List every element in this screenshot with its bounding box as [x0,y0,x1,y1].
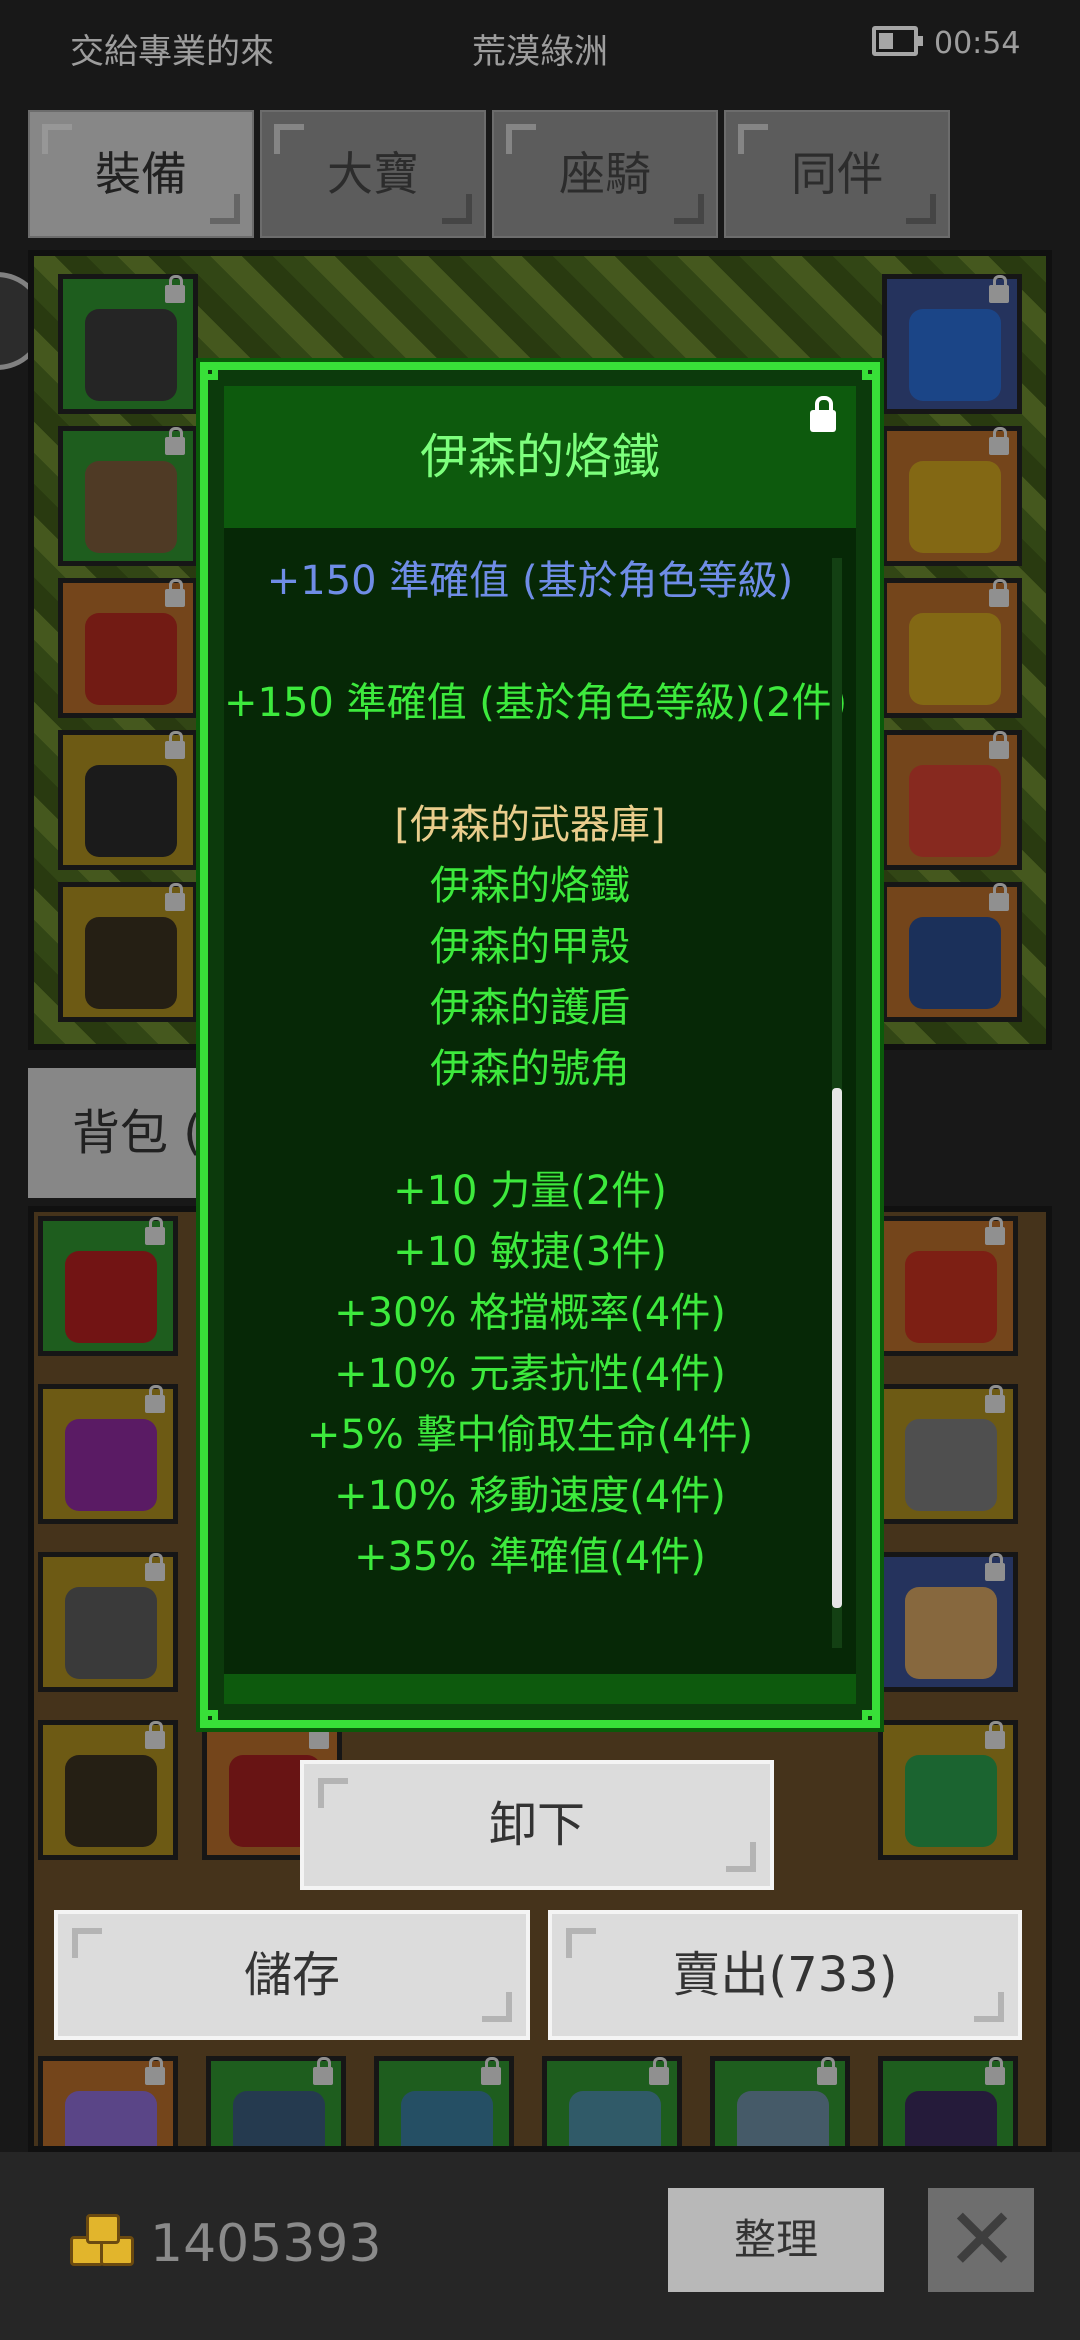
stat-line: 伊森的護盾 [430,985,630,1031]
item-detail-popup: 伊森的烙鐵 +150 準確值 (基於角色等級) +150 準確值 (基於角色等級)… [200,362,880,1728]
stat-line: 伊森的甲殼 [430,924,630,970]
button-label: 卸下 [488,1797,585,1853]
item-title: 伊森的烙鐵 [419,429,660,485]
stat-line: +5% 擊中偷取生命(4件) [306,1412,754,1458]
popup-header: 伊森的烙鐵 [224,386,856,528]
button-label: 儲存 [243,1947,340,2003]
gold-coins-icon [70,2212,134,2266]
close-icon: ✕ [946,2190,1019,2290]
stat-line: +150 準確值 (基於角色等級) [266,558,794,604]
scrollbar-thumb[interactable] [832,1088,842,1608]
stat-line: 伊森的號角 [430,1046,630,1092]
stat-line: [伊森的武器庫] [394,802,666,848]
button-label: 賣出(733) [672,1947,898,2003]
store-button[interactable]: 儲存 [54,1910,530,2040]
stat-line: +10% 元素抗性(4件) [334,1351,726,1397]
item-description[interactable]: +150 準確值 (基於角色等級) +150 準確值 (基於角色等級)(2件) [伊… [224,528,856,1680]
lock-toggle-icon[interactable] [810,396,836,432]
sell-button[interactable]: 賣出(733) [548,1910,1022,2040]
popup-corner [200,1710,218,1728]
popup-corner [862,1710,880,1728]
stat-line: +10 敏捷(3件) [393,1229,667,1275]
stat-line: +30% 格擋概率(4件) [334,1290,726,1336]
unequip-button[interactable]: 卸下 [300,1760,774,1890]
stat-line: +10% 移動速度(4件) [334,1473,726,1519]
popup-footer [224,1674,856,1704]
popup-corner [862,362,880,380]
button-label: 整理 [733,2215,818,2264]
stat-line: +150 準確值 (基於角色等級)(2件) [224,680,848,726]
popup-corner [200,362,218,380]
stat-line: +35% 準確值(4件) [354,1534,706,1580]
sort-button[interactable]: 整理 [668,2188,884,2292]
gold-amount: 1405393 [150,2214,382,2274]
stat-line: 伊森的烙鐵 [430,863,630,909]
close-button[interactable]: ✕ [928,2188,1034,2292]
stat-line: +10 力量(2件) [393,1168,667,1214]
